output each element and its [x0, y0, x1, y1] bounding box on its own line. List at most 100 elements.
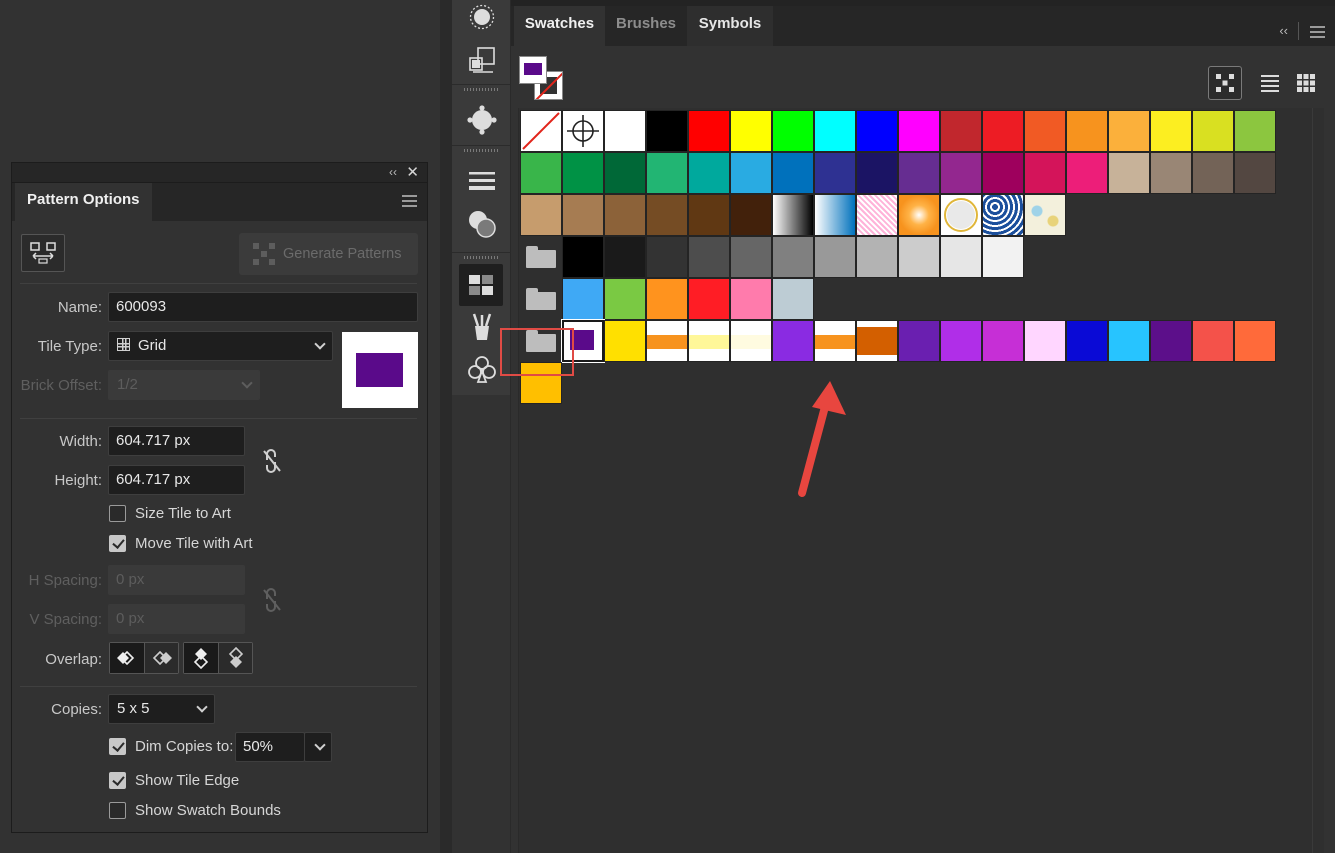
dock-transparency-button[interactable] [452, 203, 511, 245]
color-swatch[interactable] [898, 110, 940, 152]
fill-stroke-indicator[interactable] [519, 56, 565, 102]
color-swatch[interactable] [562, 194, 604, 236]
color-swatch[interactable] [520, 194, 562, 236]
color-swatch[interactable] [730, 110, 772, 152]
color-swatch[interactable] [562, 278, 604, 320]
color-swatch[interactable] [1108, 110, 1150, 152]
color-swatch[interactable] [730, 236, 772, 278]
color-swatch[interactable] [856, 110, 898, 152]
color-swatch[interactable] [520, 152, 562, 194]
collapse-panel-button[interactable]: ‹‹ [1279, 23, 1288, 38]
show-swatch-bounds-checkbox[interactable]: Show Swatch Bounds [109, 802, 281, 819]
color-swatch[interactable] [646, 236, 688, 278]
color-swatch[interactable] [898, 236, 940, 278]
dock-stroke-button[interactable] [452, 160, 511, 202]
tile-type-dropdown[interactable]: Grid [108, 331, 333, 361]
color-swatch[interactable] [1234, 110, 1276, 152]
color-swatch[interactable] [730, 152, 772, 194]
swatch-gradient-blue[interactable] [814, 194, 856, 236]
color-swatch[interactable] [1150, 110, 1192, 152]
dock-grip[interactable] [464, 88, 500, 91]
color-swatch[interactable] [730, 278, 772, 320]
color-swatch[interactable] [898, 320, 940, 362]
top-in-front-button[interactable] [184, 643, 218, 673]
color-swatch[interactable] [1066, 152, 1108, 194]
list-view-button[interactable] [1253, 66, 1287, 100]
brick-offset-dropdown[interactable]: 1/2 [108, 370, 260, 400]
unlink-dimensions-icon[interactable] [261, 448, 283, 474]
color-swatch[interactable] [982, 320, 1024, 362]
tab-symbols[interactable]: Symbols [687, 6, 773, 46]
color-swatch[interactable] [604, 236, 646, 278]
swatch-pattern-pink[interactable] [856, 194, 898, 236]
color-swatch[interactable] [562, 236, 604, 278]
size-tile-to-art-checkbox[interactable]: Size Tile to Art [109, 505, 231, 522]
color-swatch[interactable] [730, 194, 772, 236]
tab-brushes[interactable]: Brushes [605, 6, 687, 46]
color-swatch[interactable] [646, 110, 688, 152]
color-swatch[interactable] [772, 320, 814, 362]
fill-swatch[interactable] [519, 56, 547, 84]
color-swatch[interactable] [1192, 320, 1234, 362]
swatch-gradient-black[interactable] [772, 194, 814, 236]
color-swatch[interactable] [1024, 110, 1066, 152]
scrollbar[interactable] [1312, 108, 1324, 853]
thumbnail-view-button[interactable] [1289, 66, 1323, 100]
swatch-none[interactable] [520, 110, 562, 152]
color-swatch[interactable] [982, 152, 1024, 194]
color-swatch[interactable] [1150, 152, 1192, 194]
close-panel-button[interactable]: ✕ [406, 163, 419, 181]
swatch-stripe-brown[interactable] [856, 320, 898, 362]
color-group-folder[interactable] [520, 236, 562, 278]
color-swatch[interactable] [940, 236, 982, 278]
bottom-in-front-button[interactable] [218, 643, 252, 673]
color-swatch[interactable] [814, 236, 856, 278]
collapse-panel-button[interactable]: ‹‹ [389, 165, 397, 179]
swatch-stripe-cream[interactable] [730, 320, 772, 362]
swatch-pattern-blue-swirl[interactable] [982, 194, 1024, 236]
unlink-spacing-icon[interactable] [261, 587, 283, 613]
color-swatch[interactable] [646, 152, 688, 194]
color-swatch[interactable] [1234, 152, 1276, 194]
color-swatch[interactable] [604, 194, 646, 236]
show-swatch-kinds-button[interactable] [1208, 66, 1242, 100]
color-swatch[interactable] [1234, 320, 1276, 362]
dim-copies-field[interactable]: 50% [235, 732, 305, 762]
panel-menu-icon[interactable] [1310, 26, 1325, 41]
panel-menu-icon[interactable] [402, 195, 417, 210]
swatch-registration[interactable] [562, 110, 604, 152]
color-swatch[interactable] [1024, 152, 1066, 194]
dim-copies-dropdown[interactable] [304, 732, 332, 762]
color-swatch[interactable] [688, 194, 730, 236]
color-swatch[interactable] [646, 278, 688, 320]
color-swatch[interactable] [982, 236, 1024, 278]
right-in-front-button[interactable] [144, 643, 178, 673]
pattern-tile-tool-button[interactable] [21, 234, 65, 272]
color-swatch[interactable] [1066, 320, 1108, 362]
dock-color-guide-button[interactable] [452, 99, 511, 141]
name-field[interactable]: 600093 [108, 292, 418, 322]
copies-dropdown[interactable]: 5 x 5 [108, 694, 215, 724]
left-in-front-button[interactable] [110, 643, 144, 673]
show-tile-edge-checkbox[interactable]: Show Tile Edge [109, 772, 239, 789]
move-tile-with-art-checkbox[interactable]: Move Tile with Art [109, 535, 253, 552]
dock-grip[interactable] [464, 149, 500, 152]
color-swatch[interactable] [1150, 320, 1192, 362]
swatch-stripe-orange[interactable] [646, 320, 688, 362]
color-swatch[interactable] [646, 194, 688, 236]
v-spacing-field[interactable]: 0 px [108, 604, 245, 634]
h-spacing-field[interactable]: 0 px [108, 565, 245, 595]
color-swatch[interactable] [982, 110, 1024, 152]
color-swatch[interactable] [772, 110, 814, 152]
color-swatch[interactable] [898, 152, 940, 194]
color-swatch[interactable] [1024, 320, 1066, 362]
color-swatch[interactable] [856, 236, 898, 278]
swatch-pattern-dots[interactable] [940, 194, 982, 236]
color-swatch[interactable] [856, 152, 898, 194]
dim-copies-checkbox[interactable]: Dim Copies to: [109, 738, 233, 755]
dock-swatches-button[interactable] [459, 264, 503, 306]
tab-swatches[interactable]: Swatches [514, 6, 605, 46]
color-swatch[interactable] [1108, 320, 1150, 362]
dock-transform-button[interactable] [452, 39, 511, 81]
width-field[interactable]: 604.717 px [108, 426, 245, 456]
